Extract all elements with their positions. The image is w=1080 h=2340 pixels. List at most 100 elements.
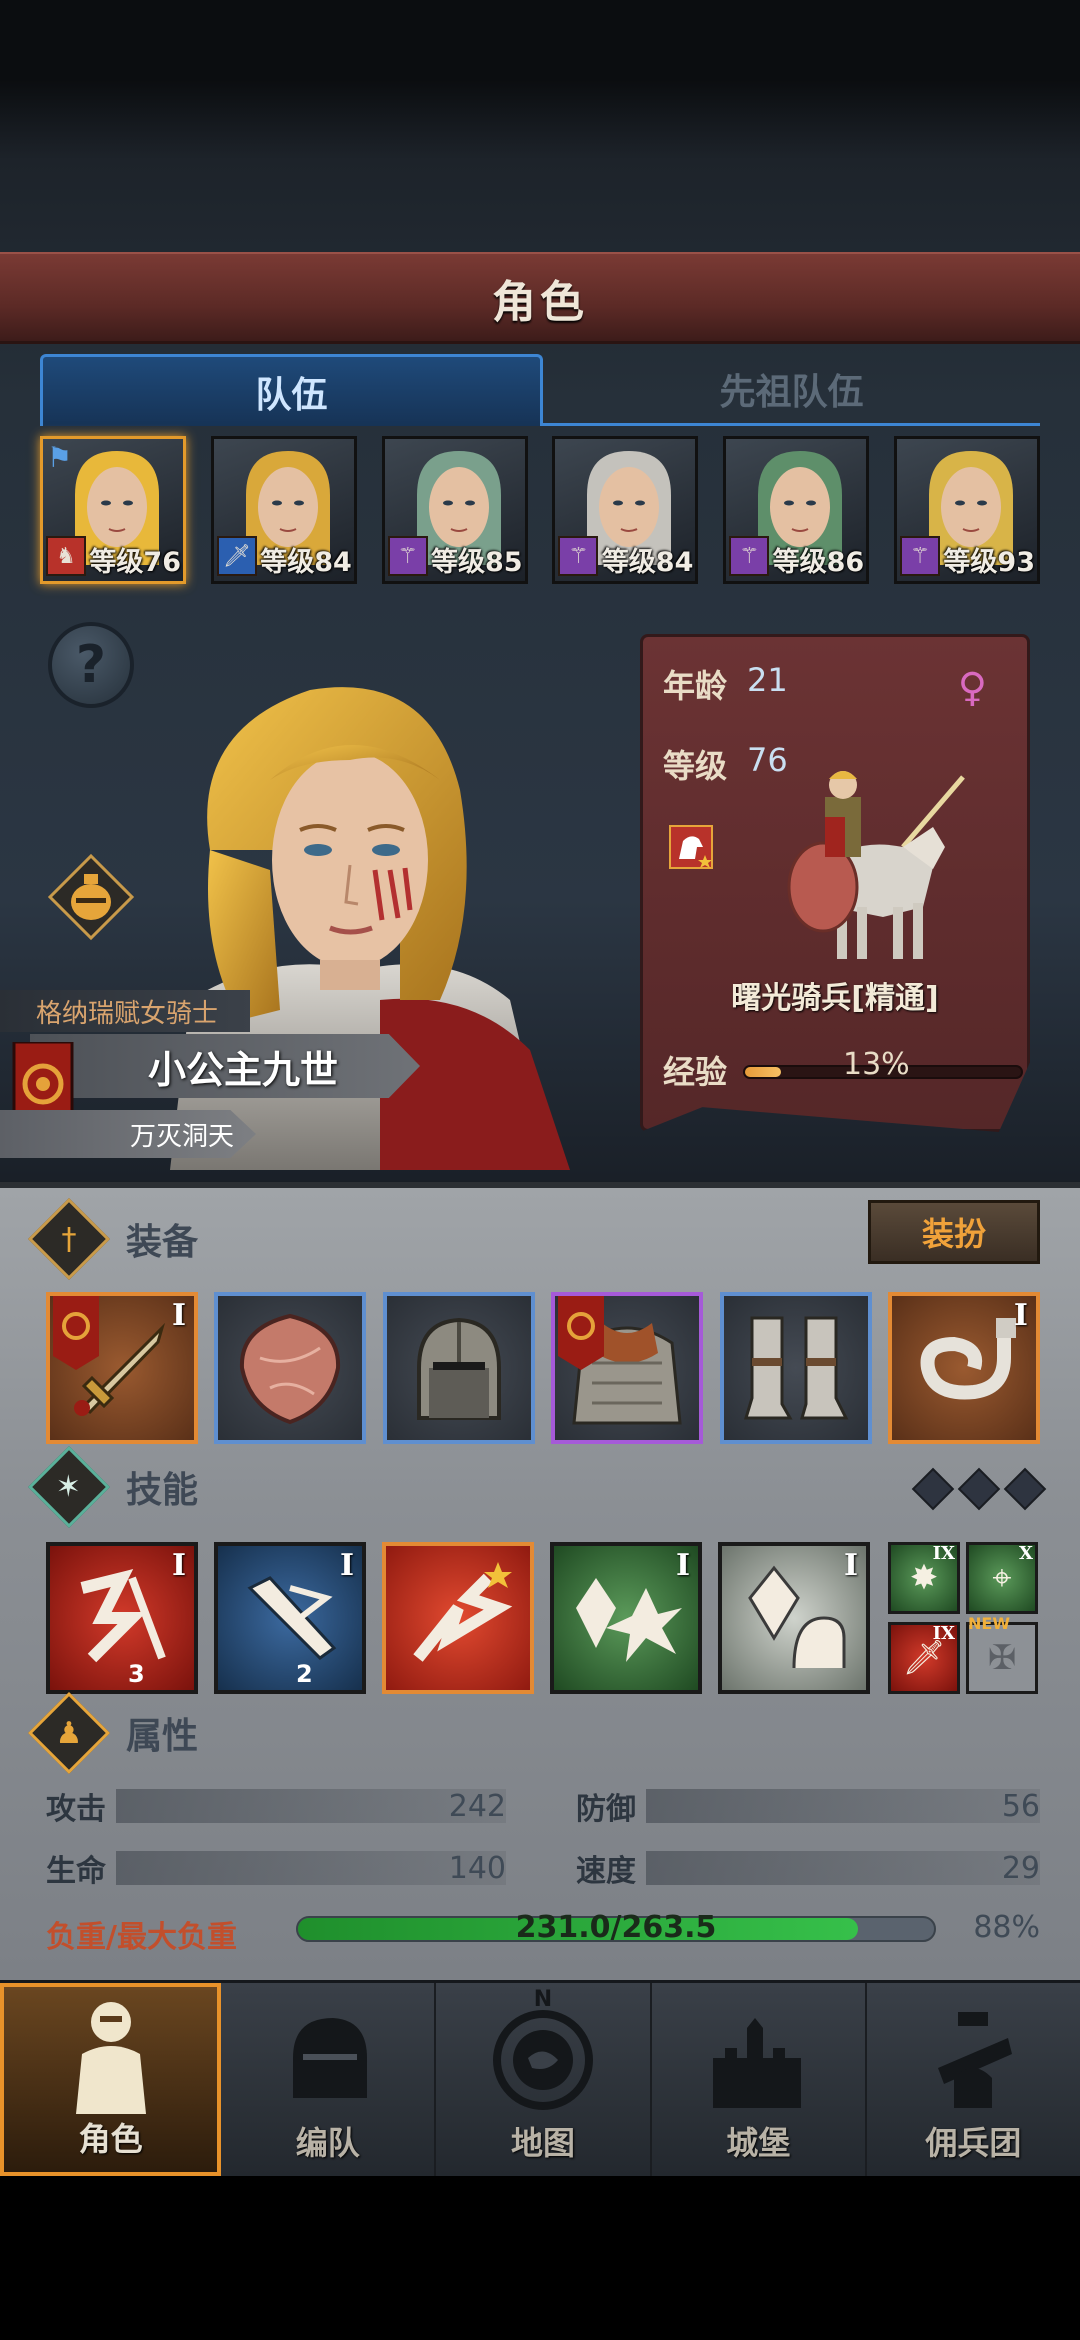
- page-header: 角色: [0, 252, 1080, 344]
- character-info-card: 年龄 21 ♀ 等级 76 曙光骑兵[精通] 经验 13%: [640, 634, 1030, 1132]
- skill-slot[interactable]: [382, 1542, 534, 1694]
- stat-speed: 速度 29: [576, 1848, 1040, 1889]
- potion-button[interactable]: [46, 852, 136, 942]
- hero-card[interactable]: ⚚ 等级85: [381, 436, 528, 584]
- age-value: 21: [747, 661, 788, 699]
- character-name: 小公主九世: [148, 1047, 339, 1092]
- guild-banner-icon: [558, 1296, 605, 1370]
- skill-slot[interactable]: I 3: [46, 1542, 198, 1694]
- nav-map[interactable]: N 地图: [436, 1983, 652, 2176]
- level-label: 等级: [663, 747, 728, 785]
- horn-icon: [920, 1318, 1016, 1400]
- nav-castle[interactable]: 城堡: [652, 1983, 867, 2176]
- screen: 角色 队伍 先祖队伍 ⚑ ♞ 等级76 🗡 等级84 ⚚ 等级85 ⚚ 等级84 ⚚ 等级86 ⚚ 等级…: [0, 0, 1080, 2340]
- hero-card[interactable]: ⚚ 等级93: [893, 436, 1040, 584]
- passive-tier: IX: [932, 1623, 955, 1644]
- skill-slot[interactable]: I 2: [214, 1542, 366, 1694]
- helmet-icon: [292, 2018, 367, 2098]
- slash-skill-icon: [80, 1569, 166, 1663]
- nav-mercenary[interactable]: 佣兵团: [867, 1983, 1080, 2176]
- attributes-section-header: ♟ 属性: [27, 1691, 1040, 1775]
- person-icon: ♟: [27, 1691, 111, 1775]
- help-button[interactable]: ?: [48, 622, 134, 708]
- system-bar: [0, 2176, 1080, 2340]
- nav-formation[interactable]: 编队: [221, 1983, 437, 2176]
- passive-skill-slot[interactable]: ⌖ X: [966, 1542, 1038, 1614]
- horse-icon: ♞: [46, 536, 86, 576]
- passive-skill-slot[interactable]: 🗡 IX: [888, 1622, 960, 1694]
- equipment-title: 装备: [126, 1222, 199, 1263]
- stat-attack-value: 242: [448, 1788, 506, 1824]
- tab-bar: 队伍 先祖队伍: [40, 354, 1040, 426]
- boots-slot[interactable]: [719, 1292, 872, 1444]
- armor-slot[interactable]: [551, 1292, 704, 1444]
- stat-speed-label: 速度: [576, 1854, 636, 1889]
- stat-defense: 防御 56: [576, 1786, 1040, 1827]
- nav-formation-label: 编队: [295, 2124, 360, 2162]
- question-icon: ?: [75, 635, 107, 695]
- new-tag: NEW: [968, 1614, 1010, 1633]
- skill-slot[interactable]: I: [718, 1542, 870, 1694]
- compass-icon: [493, 2010, 593, 2110]
- shield-slot[interactable]: [214, 1292, 367, 1444]
- helmet-slot[interactable]: [382, 1292, 535, 1444]
- stat-bar: [646, 1789, 1040, 1823]
- hero-level: 等级85: [431, 547, 523, 578]
- knight-icon: [75, 2002, 146, 2114]
- bottom-nav: 角色 编队 N 地图 城堡 佣兵团: [0, 1980, 1080, 2176]
- hero-level: 等级76: [89, 547, 181, 578]
- target-passive-icon: ⌖: [992, 1558, 1012, 1598]
- stat-bar: [116, 1851, 506, 1885]
- tab-ancestor-team[interactable]: 先祖队伍: [543, 354, 1040, 426]
- hero-level: 等级86: [772, 547, 865, 578]
- passive-skill-slot[interactable]: ✸ IX: [888, 1542, 960, 1614]
- skills-section-header: ✶ 技能: [27, 1445, 1040, 1529]
- nav-mercenary-label: 佣兵团: [925, 2124, 1022, 2162]
- weight-value: 231.0/263.5: [515, 1910, 717, 1945]
- nav-character[interactable]: 角色: [0, 1983, 222, 2176]
- attributes-title: 属性: [126, 1716, 199, 1757]
- weight-label: 负重/最大负重: [46, 1920, 237, 1955]
- hero-roster: ⚑ ♞ 等级76 🗡 等级84 ⚚ 等级85 ⚚ 等级84 ⚚ 等级86 ⚚ 等级93: [40, 436, 1040, 586]
- tab-team[interactable]: 队伍: [40, 354, 543, 426]
- character-name-plate: 小公主九世: [30, 1034, 420, 1098]
- stat-hp: 生命 140: [46, 1848, 506, 1889]
- skill-page-indicator[interactable]: [911, 1467, 955, 1511]
- nav-character-label: 角色: [78, 2120, 143, 2158]
- page-title: 角色: [492, 276, 588, 328]
- female-icon: ♀: [957, 665, 987, 711]
- skill-slot[interactable]: I: [550, 1542, 702, 1694]
- staff-icon: ⚚: [729, 536, 770, 576]
- exp-bar-fill: [745, 1067, 781, 1077]
- weapon-slot[interactable]: I: [46, 1292, 198, 1444]
- skills-row: I 3 I 2 I I ✸ IX ⌖ X 🗡 IX ✠ NEW: [46, 1542, 1040, 1694]
- accessory-slot[interactable]: I: [887, 1292, 1040, 1444]
- equip-tier: I: [171, 1298, 186, 1333]
- strike-skill-icon: [247, 1576, 337, 1660]
- skill-level: 2: [296, 1660, 313, 1688]
- details-panel: † 装备 装扮 I I ✶ 技能 I 3 I 2 I I ✸ IX ⌖ X 🗡 …: [0, 1182, 1080, 1980]
- nav-map-label: 地图: [511, 2124, 576, 2162]
- shield-icon: [240, 1313, 341, 1425]
- passive-tier: X: [1019, 1543, 1033, 1564]
- skill-page-indicator[interactable]: [1003, 1467, 1047, 1511]
- star-icon: ✶: [27, 1445, 111, 1529]
- burst-passive-icon: ✸: [909, 1558, 939, 1598]
- dress-up-button[interactable]: 装扮: [868, 1200, 1040, 1264]
- boots-icon: [743, 1316, 848, 1420]
- hero-level: 等级84: [260, 547, 352, 578]
- hero-card[interactable]: ⚚ 等级86: [723, 436, 870, 584]
- hero-card[interactable]: ⚚ 等级84: [552, 436, 699, 584]
- stat-bar: [646, 1851, 1040, 1885]
- equipment-row: I I: [46, 1292, 1040, 1444]
- hero-card[interactable]: ⚑ ♞ 等级76: [40, 436, 186, 584]
- nav-castle-label: 城堡: [726, 2124, 791, 2162]
- skill-page-indicators: [911, 1467, 1047, 1511]
- skill-level: 3: [128, 1660, 145, 1688]
- staff-icon: ⚚: [899, 536, 940, 576]
- skill-page-indicator[interactable]: [957, 1467, 1001, 1511]
- hero-card[interactable]: 🗡 等级84: [210, 436, 357, 584]
- sword-icon: 🗡: [216, 536, 257, 576]
- helmet-icon: [416, 1317, 501, 1420]
- mercenary-icon: [938, 2012, 1013, 2108]
